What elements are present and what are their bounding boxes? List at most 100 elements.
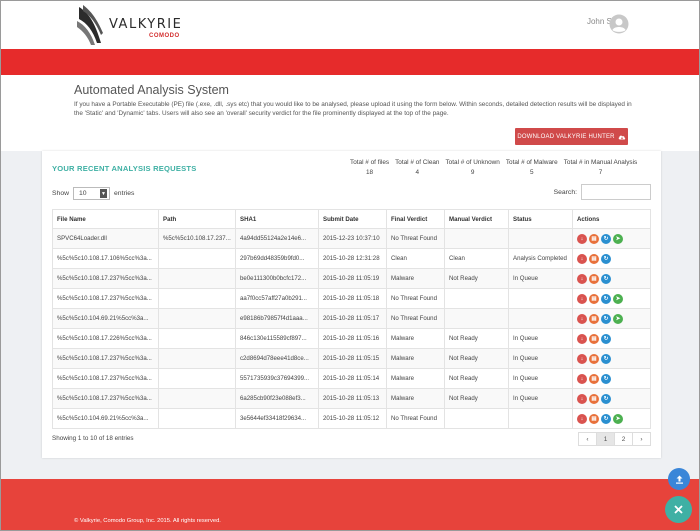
search-control: Search: [554, 184, 651, 200]
download-label: DOWNLOAD VALKYRIE HUNTER [517, 133, 615, 140]
path-cell [158, 348, 236, 369]
analysis-requests-card: YOUR RECENT ANALYSIS REQUESTS Total # of… [42, 151, 661, 458]
table-row[interactable]: %5c%5c10.104.69.21%5cc%3a... e98186b79857… [52, 308, 651, 329]
manual-verdict-cell: Not Ready [444, 268, 509, 289]
path-cell [158, 268, 236, 289]
stat-total-manual: Total # in Manual Analysis 7 [561, 158, 641, 178]
report-action-icon[interactable]: ▤ [589, 373, 599, 384]
sha1-cell: c2d8694d78eee41d8ce... [235, 348, 319, 369]
status-cell: In Queue [508, 268, 573, 289]
column-header[interactable]: Actions [572, 209, 651, 229]
path-cell: %5c%5c10.108.17.237... [158, 228, 236, 249]
report-action-icon[interactable]: ▤ [589, 273, 599, 284]
stat-total-files: Total # of files 18 [347, 158, 392, 178]
status-cell: In Queue [508, 328, 573, 349]
sha1-cell: 297b69dd48359b9fd0... [235, 248, 319, 269]
entries-value: 10 [79, 190, 87, 197]
refresh-action-icon[interactable]: ↻ [601, 253, 611, 264]
actions-group: ↓ ▤ ↻ ➤ [577, 293, 646, 304]
actions-group: ↓ ▤ ↻ ➤ [577, 413, 646, 424]
download-action-icon[interactable]: ↓ [577, 273, 587, 284]
download-hunter-button[interactable]: DOWNLOAD VALKYRIE HUNTER [515, 128, 628, 145]
search-input[interactable] [581, 184, 651, 200]
actions-cell: ↓ ▤ ↻ [572, 268, 651, 289]
send-action-icon[interactable]: ➤ [613, 293, 623, 304]
download-action-icon[interactable]: ↓ [577, 393, 587, 404]
pagination-next[interactable]: › [632, 432, 651, 446]
column-header[interactable]: Submit Date [318, 209, 387, 229]
close-fab-button[interactable] [665, 496, 692, 523]
entries-label: entries [114, 190, 135, 197]
download-action-icon[interactable]: ↓ [577, 253, 587, 264]
table-row[interactable]: SPVC64Loader.dll %5c%5c10.108.17.237... 4a… [52, 228, 651, 249]
final-verdict-cell: Clean [386, 248, 445, 269]
pagination-prev[interactable]: ‹ [578, 432, 597, 446]
valkyrie-logo[interactable]: VALKYRIE COMODO [75, 3, 195, 47]
status-cell: In Queue [508, 348, 573, 369]
pagination: ‹ 1 2 › [578, 432, 651, 446]
actions-group: ↓ ▤ ↻ ➤ [577, 233, 646, 244]
refresh-action-icon[interactable]: ↻ [601, 353, 611, 364]
top-header: VALKYRIE COMODO John Smith [1, 1, 699, 49]
refresh-action-icon[interactable]: ↻ [601, 373, 611, 384]
stat-label: Total # of Unknown [445, 159, 500, 166]
report-action-icon[interactable]: ▤ [589, 393, 599, 404]
table-row[interactable]: %5c%5c10.104.69.21%5cc%3a... 3e5644ef3341… [52, 408, 651, 429]
column-header[interactable]: File Name [52, 209, 159, 229]
send-action-icon[interactable]: ➤ [613, 313, 623, 324]
download-action-icon[interactable]: ↓ [577, 353, 587, 364]
pagination-page-2[interactable]: 2 [614, 432, 633, 446]
actions-group: ↓ ▤ ↻ [577, 393, 646, 404]
file-name-cell: %5c%5c10.108.17.237%5cc%3a... [52, 288, 159, 309]
report-action-icon[interactable]: ▤ [589, 293, 599, 304]
report-action-icon[interactable]: ▤ [589, 253, 599, 264]
stats-summary: Total # of files 18 Total # of Clean 4 Tot… [347, 158, 640, 178]
stat-total-unknown: Total # of Unknown 9 [442, 158, 502, 178]
table-row[interactable]: %5c%5c10.108.17.237%5cc%3a... 6a285cb90f2… [52, 388, 651, 409]
column-header[interactable]: SHA1 [235, 209, 319, 229]
entries-select[interactable]: 10 ▼ [73, 187, 111, 200]
table-row[interactable]: %5c%5c10.108.17.237%5cc%3a... c2d8694d78e… [52, 348, 651, 369]
submit-date-cell: 2015-10-28 11:05:17 [318, 308, 387, 329]
report-action-icon[interactable]: ▤ [589, 313, 599, 324]
download-action-icon[interactable]: ↓ [577, 333, 587, 344]
upload-button[interactable] [668, 468, 690, 490]
download-action-icon[interactable]: ↓ [577, 293, 587, 304]
refresh-action-icon[interactable]: ↻ [601, 233, 611, 244]
refresh-action-icon[interactable]: ↻ [601, 273, 611, 284]
table-row[interactable]: %5c%5c10.108.17.237%5cc%3a... 5571735939c… [52, 368, 651, 389]
refresh-action-icon[interactable]: ↻ [601, 393, 611, 404]
header-red-band [1, 49, 699, 75]
refresh-action-icon[interactable]: ↻ [601, 333, 611, 344]
refresh-action-icon[interactable]: ↻ [601, 413, 611, 424]
stat-value: 18 [365, 169, 374, 176]
column-header[interactable]: Manual Verdict [444, 209, 509, 229]
manual-verdict-cell: Not Ready [444, 388, 509, 409]
column-header[interactable]: Path [158, 209, 236, 229]
user-avatar-icon[interactable] [609, 14, 629, 34]
column-header[interactable]: Final Verdict [386, 209, 445, 229]
send-action-icon[interactable]: ➤ [613, 233, 623, 244]
refresh-action-icon[interactable]: ↻ [601, 293, 611, 304]
pagination-page-1[interactable]: 1 [596, 432, 615, 446]
report-action-icon[interactable]: ▤ [589, 333, 599, 344]
download-action-icon[interactable]: ↓ [577, 313, 587, 324]
path-cell [158, 248, 236, 269]
manual-verdict-cell: Not Ready [444, 348, 509, 369]
refresh-action-icon[interactable]: ↻ [601, 313, 611, 324]
download-action-icon[interactable]: ↓ [577, 413, 587, 424]
download-action-icon[interactable]: ↓ [577, 373, 587, 384]
table-row[interactable]: %5c%5c10.108.17.237%5cc%3a... aa7f0cc57af… [52, 288, 651, 309]
table-row[interactable]: %5c%5c10.108.17.106%5cc%3a... 297b69dd483… [52, 248, 651, 269]
actions-cell: ↓ ▤ ↻ ➤ [572, 308, 651, 329]
upload-icon [675, 475, 683, 484]
report-action-icon[interactable]: ▤ [589, 353, 599, 364]
table-row[interactable]: %5c%5c10.108.17.226%5cc%3a... 846c130e115… [52, 328, 651, 349]
report-action-icon[interactable]: ▤ [589, 233, 599, 244]
column-header[interactable]: Status [508, 209, 573, 229]
status-cell [508, 288, 573, 309]
report-action-icon[interactable]: ▤ [589, 413, 599, 424]
table-row[interactable]: %5c%5c10.108.17.237%5cc%3a... be0e111300b… [52, 268, 651, 289]
download-action-icon[interactable]: ↓ [577, 233, 587, 244]
send-action-icon[interactable]: ➤ [613, 413, 623, 424]
